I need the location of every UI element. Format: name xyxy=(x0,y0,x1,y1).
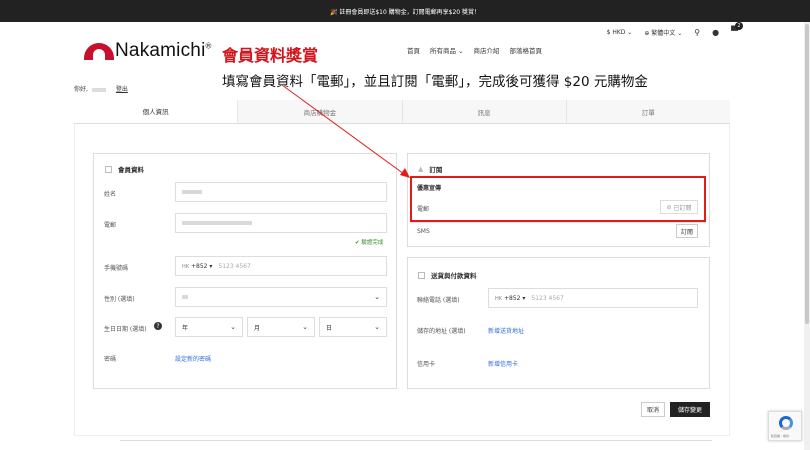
footer-divider xyxy=(120,440,712,441)
page-scrollbar[interactable] xyxy=(804,22,810,450)
recaptcha-icon xyxy=(779,416,793,430)
recaptcha-text: 私隱權 - 條款 xyxy=(771,434,789,438)
scrollbar-thumb[interactable] xyxy=(805,24,809,324)
annotation-arrow xyxy=(281,84,410,178)
recaptcha-badge[interactable]: 私隱權 - 條款 xyxy=(768,411,802,441)
